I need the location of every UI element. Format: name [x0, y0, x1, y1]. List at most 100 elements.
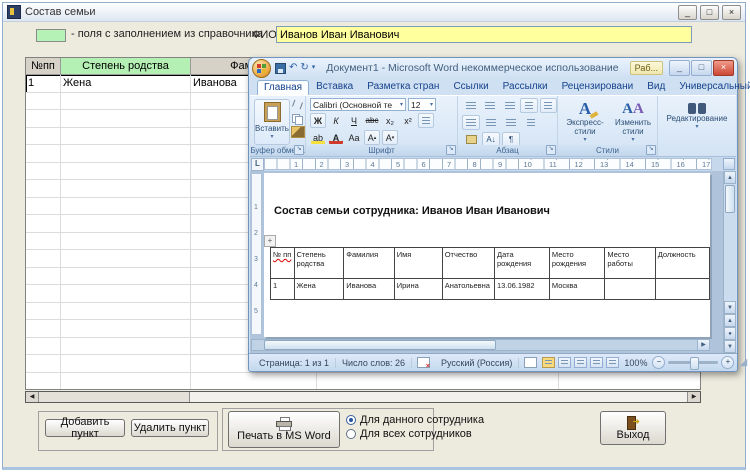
grid-cell[interactable]: [26, 373, 61, 391]
decrease-indent-icon[interactable]: [520, 98, 537, 113]
grid-cell[interactable]: [61, 233, 191, 251]
doc-table-header-cell[interactable]: № пп: [271, 248, 295, 279]
doc-vertical-scrollbar[interactable]: ▲ ▼ ▲ ● ▼: [723, 171, 736, 353]
delete-item-button[interactable]: Удалить пункт: [131, 419, 209, 437]
align-center-icon[interactable]: [482, 115, 500, 130]
ribbon-tab[interactable]: Ссылки: [446, 79, 495, 95]
strikethrough-button[interactable]: abc: [364, 113, 380, 128]
numbering-icon[interactable]: [481, 98, 498, 113]
underline-button[interactable]: Ч: [346, 113, 362, 128]
doc-table-cell[interactable]: Иванова: [344, 279, 394, 300]
office-button[interactable]: [252, 59, 271, 78]
main-title-bar[interactable]: Состав семьи _ □ ×: [3, 3, 745, 22]
grid-cell[interactable]: [61, 320, 191, 338]
table-move-handle[interactable]: +: [264, 235, 276, 247]
grid-cell[interactable]: [26, 215, 61, 233]
word-minimize-button[interactable]: _: [669, 60, 690, 76]
doc-table-header-cell[interactable]: Дата рождения: [495, 248, 550, 279]
grid-cell[interactable]: [559, 373, 701, 391]
undo-icon[interactable]: ↶: [289, 62, 297, 74]
grid-cell[interactable]: [26, 338, 61, 356]
doc-scroll-up-icon[interactable]: ▲: [724, 171, 736, 184]
doc-table-cell[interactable]: Жена: [294, 279, 344, 300]
styles-dialog-launcher[interactable]: ↘: [646, 145, 656, 155]
minimize-button[interactable]: _: [678, 5, 697, 20]
paste-button[interactable]: Вставить ▾: [254, 99, 290, 145]
doc-table-header-cell[interactable]: Имя: [394, 248, 442, 279]
radio-button[interactable]: [346, 415, 356, 425]
status-language[interactable]: Русский (Россия): [435, 358, 519, 368]
maximize-button[interactable]: □: [700, 5, 719, 20]
doc-hscroll-thumb[interactable]: [264, 340, 496, 350]
quick-styles-button[interactable]: А Экспресс-стили ▾: [561, 99, 609, 144]
grid-horizontal-scrollbar[interactable]: ◀ ▶: [25, 391, 701, 403]
ribbon-tab[interactable]: Вид: [640, 79, 672, 95]
font-size-combo[interactable]: 12 ▾: [408, 98, 436, 111]
change-case-button[interactable]: Аа: [346, 130, 362, 145]
zoom-slider-thumb[interactable]: [690, 357, 699, 370]
change-styles-button[interactable]: АА Изменить стили ▾: [609, 99, 657, 144]
print-to-word-button[interactable]: Печать в MS Word: [228, 411, 340, 448]
scrollbar-thumb[interactable]: [39, 392, 190, 402]
clipboard-dialog-launcher[interactable]: ↘: [294, 145, 304, 155]
increase-indent-icon[interactable]: [540, 98, 557, 113]
grid-cell[interactable]: [317, 373, 559, 391]
print-scope-option[interactable]: Для данного сотрудника: [346, 413, 484, 427]
format-painter-icon[interactable]: [291, 126, 305, 138]
cut-icon[interactable]: [291, 100, 303, 110]
doc-table-cell[interactable]: [655, 279, 709, 300]
bold-button[interactable]: Ж: [310, 113, 326, 128]
macro-record-icon[interactable]: [524, 357, 537, 368]
ribbon-tab[interactable]: Универсальный: [672, 79, 750, 95]
document-page[interactable]: Состав семьи сотрудника: Иванов Иван Ива…: [264, 173, 710, 337]
tab-selector[interactable]: L: [251, 158, 264, 171]
superscript-button[interactable]: x²: [400, 113, 416, 128]
doc-horizontal-scrollbar[interactable]: ▶: [251, 339, 710, 351]
scroll-right-icon[interactable]: ▶: [687, 392, 700, 402]
grid-cell[interactable]: [61, 180, 191, 198]
doc-table-header-cell[interactable]: Степень родства: [294, 248, 344, 279]
ribbon-tab[interactable]: Вставка: [309, 79, 360, 95]
word-maximize-button[interactable]: □: [691, 60, 712, 76]
doc-scroll-down-icon[interactable]: ▼: [724, 301, 736, 314]
line-spacing-icon[interactable]: [522, 115, 540, 130]
status-page-count[interactable]: Страница: 1 из 1: [253, 358, 336, 368]
grid-cell[interactable]: Жена: [61, 75, 191, 93]
grid-cell[interactable]: [26, 145, 61, 163]
word-title-bar[interactable]: ↶ ↻ ▾ Документ1 - Microsoft Word некомме…: [249, 58, 737, 78]
multilevel-list-icon[interactable]: [501, 98, 518, 113]
exit-button[interactable]: ➜ Выход: [600, 411, 666, 445]
doc-table-cell[interactable]: 13.06.1982: [495, 279, 550, 300]
zoom-level[interactable]: 100%: [622, 358, 649, 368]
word-close-button[interactable]: ×: [713, 60, 734, 76]
font-color-button[interactable]: А: [328, 130, 344, 145]
redo-icon[interactable]: ↻: [300, 62, 308, 74]
grid-cell[interactable]: [26, 128, 61, 146]
doc-table-header-cell[interactable]: Фамилия: [344, 248, 394, 279]
grid-cell[interactable]: [61, 93, 191, 111]
grid-cell[interactable]: [61, 285, 191, 303]
grid-cell[interactable]: [61, 110, 191, 128]
shrink-font-button[interactable]: А▾: [382, 130, 398, 145]
zoom-out-button[interactable]: −: [652, 356, 665, 369]
grid-cell[interactable]: [61, 215, 191, 233]
previous-page-icon[interactable]: ▲: [724, 314, 736, 327]
grid-cell[interactable]: [61, 145, 191, 163]
doc-table-header-cell[interactable]: Место работы: [605, 248, 655, 279]
copy-icon[interactable]: [291, 113, 303, 123]
grid-cell[interactable]: [26, 93, 61, 111]
subscript-button[interactable]: x₂: [382, 113, 398, 128]
editing-button[interactable]: Редактирование ▾: [661, 99, 733, 131]
doc-table-header-cell[interactable]: Должность: [655, 248, 709, 279]
save-icon[interactable]: [275, 63, 286, 74]
grid-cell[interactable]: [191, 373, 317, 391]
align-right-icon[interactable]: [502, 115, 520, 130]
doc-table-cell[interactable]: Ирина: [394, 279, 442, 300]
horizontal-ruler[interactable]: 1234567891011121314151617: [264, 158, 712, 170]
grid-cell[interactable]: [26, 285, 61, 303]
doc-scroll-right-icon[interactable]: ▶: [697, 340, 709, 350]
grid-cell[interactable]: [61, 303, 191, 321]
print-scope-option[interactable]: Для всех сотрудников: [346, 427, 484, 441]
italic-button[interactable]: К: [328, 113, 344, 128]
grow-font-button[interactable]: А▴: [364, 130, 380, 145]
